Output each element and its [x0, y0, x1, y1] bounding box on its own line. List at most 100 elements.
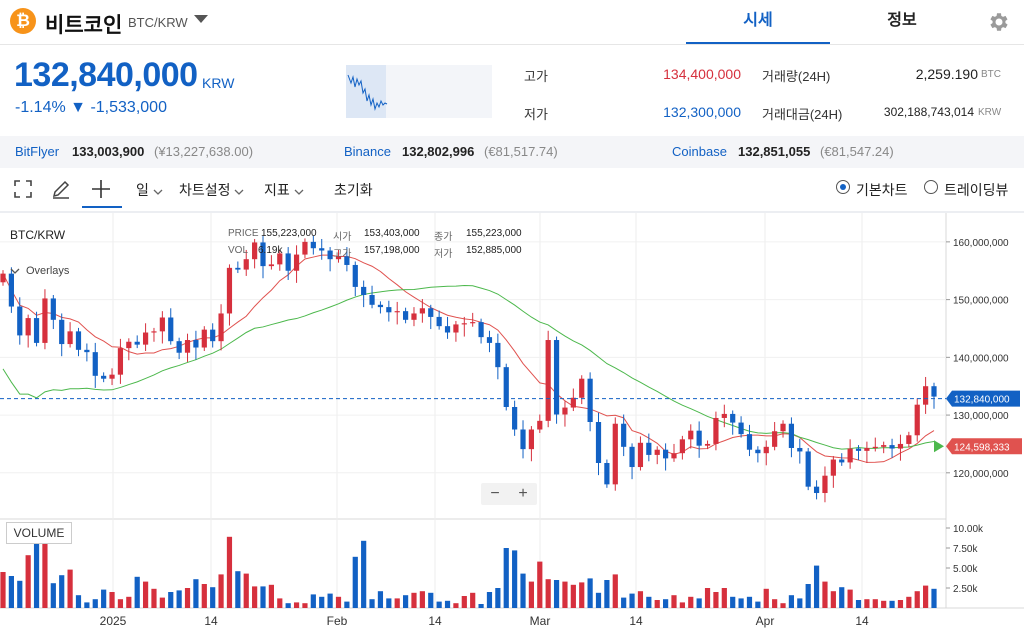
candle-body — [184, 340, 191, 353]
candle-body — [193, 340, 199, 348]
candle-body — [872, 446, 878, 448]
candle-body — [520, 429, 526, 450]
volume-bar — [419, 591, 425, 608]
indicators-dropdown[interactable]: 지표 — [264, 180, 304, 200]
candle-body — [201, 329, 207, 348]
volume-badge: VOLUME — [6, 522, 72, 544]
volume-bar — [84, 602, 90, 608]
tradingview-label[interactable]: 트레이딩뷰 — [944, 180, 1008, 200]
candle-body — [914, 404, 920, 436]
candle-body — [168, 317, 174, 342]
volume-bar — [545, 579, 551, 608]
info-close-value: 155,223,000 — [466, 228, 522, 239]
candle-body — [419, 308, 425, 314]
candle-body — [84, 349, 90, 353]
ma-value-tag-label: 124,598,333 — [954, 442, 1010, 453]
info-price-value: 155,223,000 — [261, 228, 317, 239]
gear-icon[interactable] — [986, 10, 1010, 34]
chevron-down-icon[interactable] — [10, 266, 20, 276]
x-tick-label: Feb — [327, 614, 348, 628]
candle-body — [470, 322, 476, 324]
volume-bar — [570, 584, 576, 608]
candle-body — [663, 449, 669, 459]
candle-body — [562, 407, 568, 415]
volume-bar — [696, 598, 702, 608]
volume-bar — [537, 561, 543, 608]
volume-bar — [746, 596, 753, 608]
volume-bar — [839, 587, 845, 608]
volume-bar — [772, 599, 778, 608]
volume-bar — [134, 576, 140, 608]
reset-button[interactable]: 초기화 — [334, 180, 373, 200]
volume-bar — [277, 598, 283, 608]
volume-bar — [159, 597, 165, 608]
volume-bar — [302, 603, 308, 608]
candle-body — [621, 423, 627, 447]
high-value: 134,400,000 — [663, 66, 741, 82]
overlays-label[interactable]: Overlays — [26, 265, 69, 277]
volume-bar — [176, 590, 182, 608]
candle-body — [67, 331, 73, 345]
volume-bar — [805, 584, 811, 608]
candle-body — [302, 241, 308, 255]
tab-info[interactable]: 정보 — [830, 0, 974, 44]
fullscreen-icon[interactable] — [12, 178, 34, 200]
candle-body — [109, 374, 115, 379]
volume-bar — [847, 589, 853, 608]
candle-body — [704, 443, 711, 446]
exchange-binance-price: 132,802,996 — [402, 144, 475, 159]
zoom-out-button[interactable]: − — [481, 483, 509, 505]
volume-24h-label: 거래량(24H) — [762, 69, 831, 84]
interval-dropdown[interactable]: 일 — [136, 180, 163, 200]
x-tick-label: 14 — [629, 614, 643, 628]
volume-bar — [822, 581, 828, 608]
candle-body — [889, 445, 895, 449]
candle-body — [813, 486, 820, 494]
basic-chart-label[interactable]: 기본차트 — [856, 180, 908, 200]
candle-body — [126, 341, 132, 349]
candle-body — [218, 313, 224, 342]
volume-tick-label: 10.00k — [953, 524, 984, 535]
exchange-bitflyer-name[interactable]: BitFlyer — [15, 144, 59, 159]
volume-bar — [931, 588, 937, 608]
price-tick-label: 150,000,000 — [953, 296, 1009, 307]
volume-bar — [67, 569, 73, 608]
x-tick-label: 14 — [428, 614, 442, 628]
info-low-label: 저가 — [434, 249, 453, 260]
mini-chart — [346, 65, 492, 118]
candle-body — [537, 420, 543, 430]
volume-bar — [335, 596, 342, 608]
high-label: 고가 — [524, 69, 548, 84]
volume-bar — [897, 600, 904, 608]
chevron-down-icon[interactable] — [194, 15, 208, 23]
exchange-coinbase-name[interactable]: Coinbase — [672, 144, 727, 159]
volume-bar — [881, 600, 887, 608]
info-vol-value: 6.19k — [258, 245, 283, 256]
crosshair-active-indicator — [82, 206, 122, 208]
candle-body — [679, 439, 685, 454]
tradingview-radio[interactable] — [924, 180, 938, 194]
basic-chart-radio[interactable] — [836, 180, 850, 194]
volume-tick-label: 7.50k — [953, 544, 978, 555]
trade-amount-label: 거래대금(24H) — [762, 107, 843, 122]
header-divider — [0, 44, 1024, 45]
candle-body — [176, 341, 182, 353]
zoom-in-button[interactable]: + — [509, 483, 537, 505]
candle-body — [478, 322, 484, 338]
volume-bar — [470, 592, 476, 608]
exchange-binance-name[interactable]: Binance — [344, 144, 391, 159]
chart-settings-dropdown[interactable]: 차트설정 — [179, 180, 244, 200]
price-chart[interactable]: 2025 14 Feb 14 Mar 14 Apr 14 160,000,000 150,000,… — [0, 213, 1024, 633]
volume-bar — [285, 603, 291, 608]
candle-body — [755, 449, 761, 454]
crosshair-icon[interactable] — [90, 178, 112, 200]
volume-bar — [579, 582, 585, 608]
volume-bar — [402, 595, 409, 608]
bitcoin-logo-icon: ₿ — [10, 8, 36, 34]
low-value: 132,300,000 — [663, 104, 741, 120]
tab-price[interactable]: 시세 — [686, 0, 830, 44]
pencil-icon[interactable] — [50, 178, 72, 200]
candle-body — [134, 341, 140, 345]
volume-bar — [688, 596, 694, 608]
volume-bar — [319, 596, 325, 608]
